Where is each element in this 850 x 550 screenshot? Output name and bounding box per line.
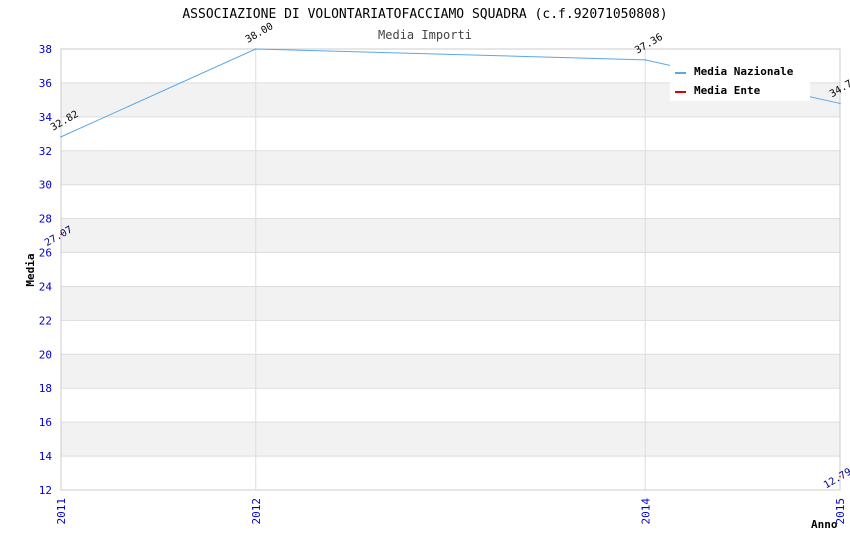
chart-title: ASSOCIAZIONE DI VOLONTARIATOFACCIAMO SQU…: [182, 7, 667, 22]
y-tick-label: 24: [39, 280, 53, 293]
data-label: 37.36: [633, 32, 665, 57]
legend: Media Nazionale Media Ente: [670, 58, 810, 101]
y-tick-label: 22: [39, 314, 52, 327]
legend-label: Media Nazionale: [694, 65, 794, 78]
chart: ASSOCIAZIONE DI VOLONTARIATOFACCIAMO SQU…: [24, 7, 850, 531]
plot-band: [61, 422, 840, 457]
data-label: 38.00: [244, 21, 276, 46]
data-point: [254, 48, 257, 50]
plot-band: [61, 354, 840, 389]
x-tick-label: 2012: [250, 498, 263, 525]
plot-bands: [61, 82, 840, 457]
y-tick-label: 38: [39, 43, 52, 56]
y-tick-label: 30: [39, 179, 52, 192]
y-tick-label: 32: [39, 145, 52, 158]
data-point: [60, 136, 62, 138]
data-point: [839, 102, 841, 105]
y-tick-label: 36: [39, 77, 52, 90]
y-tick-label: 34: [39, 111, 53, 124]
plot-band: [61, 218, 840, 253]
y-axis-label: Media: [24, 253, 37, 286]
y-tick-label: 14: [39, 450, 53, 463]
data-label: 12.79: [822, 467, 850, 492]
plot-band: [61, 286, 840, 321]
plot-band: [61, 150, 840, 185]
x-tick-label: 2014: [639, 498, 652, 525]
chart-subtitle: Media Importi: [378, 28, 472, 42]
x-axis-label: Anno: [811, 518, 838, 531]
data-label: 34.79: [828, 75, 850, 100]
x-tick-label: 2011: [55, 498, 68, 525]
y-tick-label: 18: [39, 382, 52, 395]
y-tick-label: 16: [39, 416, 52, 429]
y-tick-label: 12: [39, 484, 52, 497]
y-tick-label: 26: [39, 247, 52, 260]
y-tick-label: 20: [39, 348, 52, 361]
y-tick-label: 28: [39, 213, 52, 226]
legend-label: Media Ente: [694, 84, 761, 97]
data-point: [644, 59, 647, 61]
